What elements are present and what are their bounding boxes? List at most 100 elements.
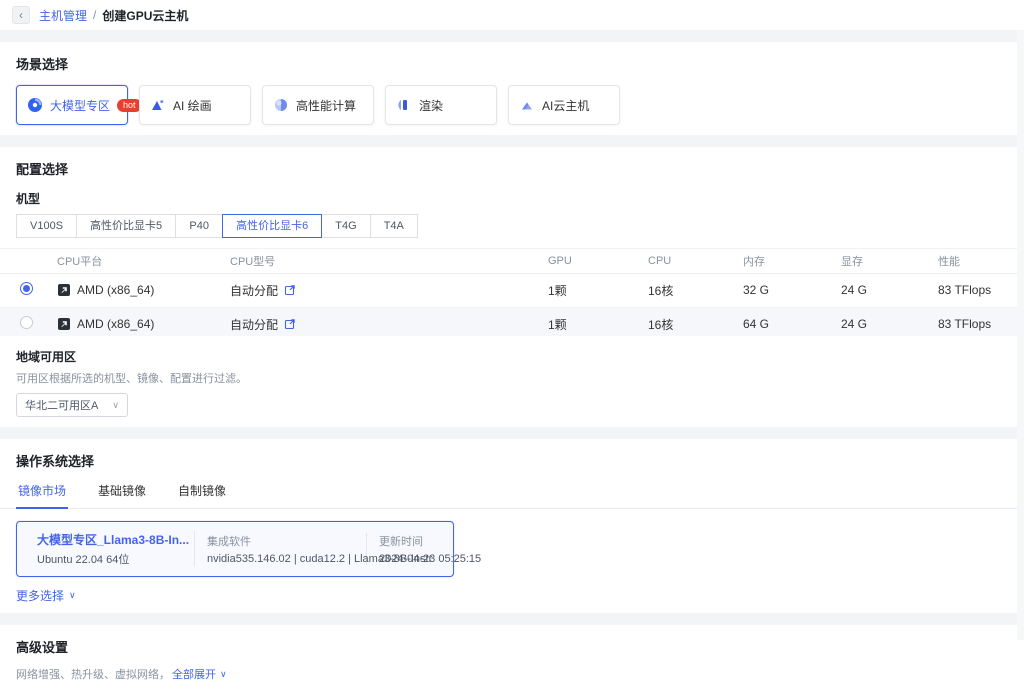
scrollbar-gutter[interactable] bbox=[1017, 30, 1024, 640]
row-radio[interactable] bbox=[20, 316, 33, 329]
image-card-updated: 更新时间 2024-04-23 05:25:15 bbox=[367, 533, 493, 565]
col-vram: 显存 bbox=[841, 249, 938, 273]
cpu-model-value: 自动分配 bbox=[230, 282, 278, 299]
cpu-value: 16核 bbox=[648, 284, 673, 298]
row-radio[interactable] bbox=[20, 282, 33, 295]
hot-badge: hot bbox=[117, 99, 142, 112]
llm-sphere-icon bbox=[27, 97, 43, 113]
chevron-down-icon: ∨ bbox=[220, 670, 227, 679]
scenario-card-ai-host[interactable]: AI云主机 bbox=[508, 85, 620, 125]
tab-image-market[interactable]: 镜像市场 bbox=[16, 480, 68, 509]
breadcrumb-host-management[interactable]: 主机管理 bbox=[39, 7, 87, 24]
section-divider bbox=[0, 427, 1024, 439]
section-divider bbox=[0, 30, 1024, 42]
config-title: 配置选择 bbox=[16, 159, 1008, 178]
back-icon: ‹ bbox=[19, 8, 23, 22]
os-section: 操作系统选择 镜像市场 基础镜像 自制镜像 大模型专区_Llama3-8B-In… bbox=[0, 439, 1024, 613]
software-value: nvidia535.146.02 | cuda12.2 | Llama3-8B-… bbox=[207, 553, 354, 565]
image-card-software: 集成软件 nvidia535.146.02 | cuda12.2 | Llama… bbox=[195, 533, 367, 565]
scenario-card-label: 高性能计算 bbox=[296, 97, 356, 114]
zone-hint: 可用区根据所选的机型、镜像、配置进行过滤。 bbox=[16, 370, 1008, 386]
gpu-value: 1颗 bbox=[548, 284, 567, 298]
scenario-card-hpc[interactable]: 高性能计算 bbox=[262, 85, 374, 125]
machine-type-v100s[interactable]: V100S bbox=[16, 214, 77, 238]
memory-value: 64 G bbox=[743, 317, 769, 331]
triangle-icon bbox=[519, 97, 535, 113]
col-gpu: GPU bbox=[548, 249, 648, 273]
advanced-summary-line: 网络增强、热升级、虚拟网络， 全部展开 ∨ bbox=[16, 666, 1008, 682]
updated-value: 2024-04-23 05:25:15 bbox=[379, 553, 481, 565]
machine-type-label: 机型 bbox=[16, 190, 1008, 207]
scenario-card-list: 大模型专区 hot AI 绘画 高性能计算 渲染 bbox=[16, 85, 1008, 125]
page-title: 创建GPU云主机 bbox=[102, 7, 188, 24]
breadcrumb-separator: / bbox=[93, 8, 96, 22]
scenario-title: 场景选择 bbox=[16, 54, 1008, 73]
section-divider bbox=[0, 135, 1024, 147]
scenario-card-label: 渲染 bbox=[419, 97, 443, 114]
image-os-version: Ubuntu 22.04 64位 bbox=[37, 551, 189, 567]
spec-table: CPU平台 CPU型号 GPU CPU 内存 显存 性能 bbox=[0, 249, 1024, 336]
software-label: 集成软件 bbox=[207, 533, 354, 549]
advanced-summary: 网络增强、热升级、虚拟网络， bbox=[16, 666, 170, 682]
more-images-link[interactable]: 更多选择 ∨ bbox=[16, 587, 76, 604]
table-row[interactable]: AMD (x86_64) 自动分配 1颗 bbox=[0, 273, 1024, 307]
radio-column-header bbox=[0, 249, 57, 273]
render-icon bbox=[396, 97, 412, 113]
config-section: 配置选择 机型 V100S 高性价比显卡5 P40 高性价比显卡6 T4G T4… bbox=[0, 147, 1024, 427]
chevron-down-icon: ∨ bbox=[69, 591, 76, 600]
machine-type-gpu5[interactable]: 高性价比显卡5 bbox=[76, 214, 176, 238]
spec-table-header-row: CPU平台 CPU型号 GPU CPU 内存 显存 性能 bbox=[0, 249, 1024, 273]
expand-all-label: 全部展开 bbox=[172, 666, 216, 682]
cpu-model-value: 自动分配 bbox=[230, 316, 278, 333]
vram-value: 24 G bbox=[841, 317, 867, 331]
scenario-card-label: AI 绘画 bbox=[173, 97, 212, 114]
breadcrumb: 主机管理 / 创建GPU云主机 bbox=[39, 7, 188, 24]
amd-logo-icon bbox=[57, 283, 71, 297]
scenario-card-label: 大模型专区 bbox=[50, 97, 110, 114]
zone-select[interactable]: 华北二可用区A ∨ bbox=[16, 393, 128, 417]
col-cpu-model: CPU型号 bbox=[230, 249, 548, 273]
scenario-card-ai-paint[interactable]: AI 绘画 bbox=[139, 85, 251, 125]
sphere-icon bbox=[273, 97, 289, 113]
os-tab-bar: 镜像市场 基础镜像 自制镜像 bbox=[0, 480, 1024, 509]
image-card[interactable]: 大模型专区_Llama3-8B-In... Ubuntu 22.04 64位 集… bbox=[16, 521, 454, 577]
machine-type-t4a[interactable]: T4A bbox=[370, 214, 418, 238]
advanced-section: 高级设置 网络增强、热升级、虚拟网络， 全部展开 ∨ bbox=[0, 625, 1024, 692]
zone-selected-option: 华北二可用区A bbox=[25, 397, 98, 413]
performance-value: 83 TFlops bbox=[938, 317, 991, 331]
image-card-main: 大模型专区_Llama3-8B-In... Ubuntu 22.04 64位 bbox=[17, 531, 195, 567]
scenario-card-llm[interactable]: 大模型专区 hot bbox=[16, 85, 128, 125]
table-row[interactable]: AMD (x86_64) 自动分配 1颗 bbox=[0, 307, 1024, 336]
expand-all-link[interactable]: 全部展开 ∨ bbox=[172, 666, 227, 682]
os-title: 操作系统选择 bbox=[16, 451, 1008, 470]
spec-table-wrap: CPU平台 CPU型号 GPU CPU 内存 显存 性能 bbox=[0, 248, 1024, 336]
chevron-down-icon: ∨ bbox=[112, 401, 119, 410]
machine-type-gpu6[interactable]: 高性价比显卡6 bbox=[222, 214, 322, 238]
back-button[interactable]: ‹ bbox=[12, 6, 30, 24]
zone-label: 地域可用区 bbox=[16, 348, 1008, 365]
external-link-icon[interactable] bbox=[284, 284, 296, 296]
scenario-card-label: AI云主机 bbox=[542, 97, 589, 114]
col-cpu: CPU bbox=[648, 249, 743, 273]
mountain-icon bbox=[150, 97, 166, 113]
updated-label: 更新时间 bbox=[379, 533, 481, 549]
section-divider bbox=[0, 613, 1024, 625]
col-performance: 性能 bbox=[938, 249, 1024, 273]
external-link-icon[interactable] bbox=[284, 318, 296, 330]
memory-value: 32 G bbox=[743, 283, 769, 297]
top-bar: ‹ 主机管理 / 创建GPU云主机 bbox=[0, 0, 1024, 30]
vram-value: 24 G bbox=[841, 283, 867, 297]
machine-type-p40[interactable]: P40 bbox=[175, 214, 223, 238]
tab-base-image[interactable]: 基础镜像 bbox=[96, 480, 148, 508]
performance-value: 83 TFlops bbox=[938, 283, 991, 297]
scenario-card-render[interactable]: 渲染 bbox=[385, 85, 497, 125]
gpu-value: 1颗 bbox=[548, 318, 567, 332]
cpu-platform-value: AMD (x86_64) bbox=[77, 283, 154, 297]
col-cpu-platform: CPU平台 bbox=[57, 249, 230, 273]
cpu-platform-value: AMD (x86_64) bbox=[77, 317, 154, 331]
tab-custom-image[interactable]: 自制镜像 bbox=[176, 480, 228, 508]
machine-type-t4g[interactable]: T4G bbox=[321, 214, 370, 238]
amd-logo-icon bbox=[57, 317, 71, 331]
col-memory: 内存 bbox=[743, 249, 841, 273]
more-images-label: 更多选择 bbox=[16, 587, 64, 604]
